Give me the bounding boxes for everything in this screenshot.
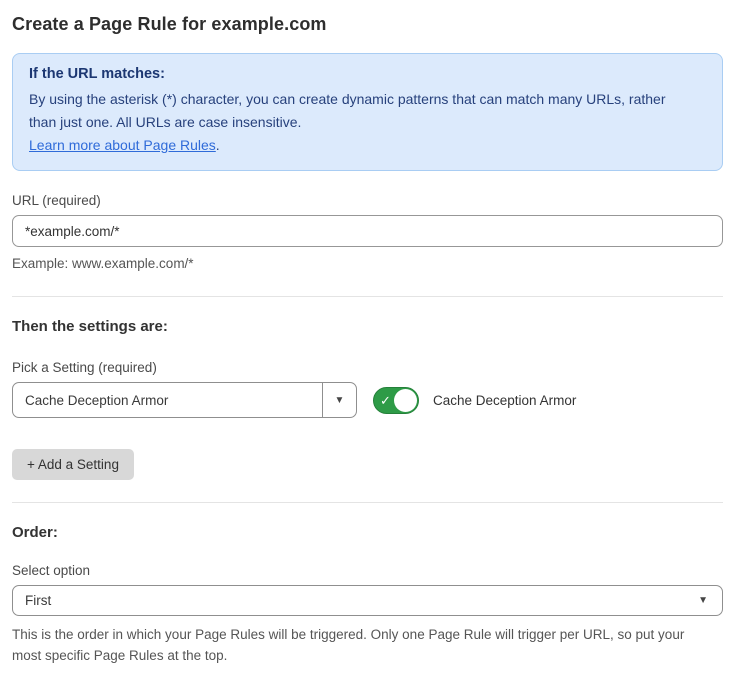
page-title: Create a Page Rule for example.com <box>12 14 723 35</box>
check-icon: ✓ <box>380 394 391 407</box>
setting-select-value: Cache Deception Armor <box>13 383 322 417</box>
info-box-heading: If the URL matches: <box>29 66 706 82</box>
order-select-label: Select option <box>12 563 723 578</box>
url-field-label: URL (required) <box>12 193 723 208</box>
order-select-value: First <box>25 593 51 608</box>
setting-toggle-label: Cache Deception Armor <box>433 393 576 408</box>
chevron-down-icon: ▼ <box>698 595 708 606</box>
section-divider <box>12 296 723 297</box>
url-match-info-box: If the URL matches: By using the asteris… <box>12 53 723 171</box>
setting-picker-row: Cache Deception Armor ▼ ✓ Cache Deceptio… <box>12 382 723 418</box>
create-page-rule-form: Create a Page Rule for example.com If th… <box>0 0 750 679</box>
order-helper-text: This is the order in which your Page Rul… <box>12 624 712 666</box>
settings-section-heading: Then the settings are: <box>12 318 723 335</box>
setting-picker-label: Pick a Setting (required) <box>12 360 723 375</box>
learn-more-link[interactable]: Learn more about Page Rules <box>29 137 216 153</box>
url-helper-text: Example: www.example.com/* <box>12 253 723 274</box>
url-input[interactable] <box>12 215 723 247</box>
setting-toggle[interactable]: ✓ <box>373 387 419 414</box>
chevron-down-icon[interactable]: ▼ <box>322 383 356 417</box>
info-link-suffix: . <box>216 137 220 153</box>
section-divider <box>12 502 723 503</box>
order-select[interactable]: First ▼ <box>12 585 723 616</box>
info-box-body: By using the asterisk (*) character, you… <box>29 88 689 134</box>
info-link-line: Learn more about Page Rules. <box>29 134 706 157</box>
order-section-heading: Order: <box>12 524 723 541</box>
add-setting-button[interactable]: + Add a Setting <box>12 449 134 480</box>
setting-select[interactable]: Cache Deception Armor ▼ <box>12 382 357 418</box>
toggle-knob <box>394 389 417 412</box>
setting-toggle-group: ✓ Cache Deception Armor <box>373 387 576 414</box>
